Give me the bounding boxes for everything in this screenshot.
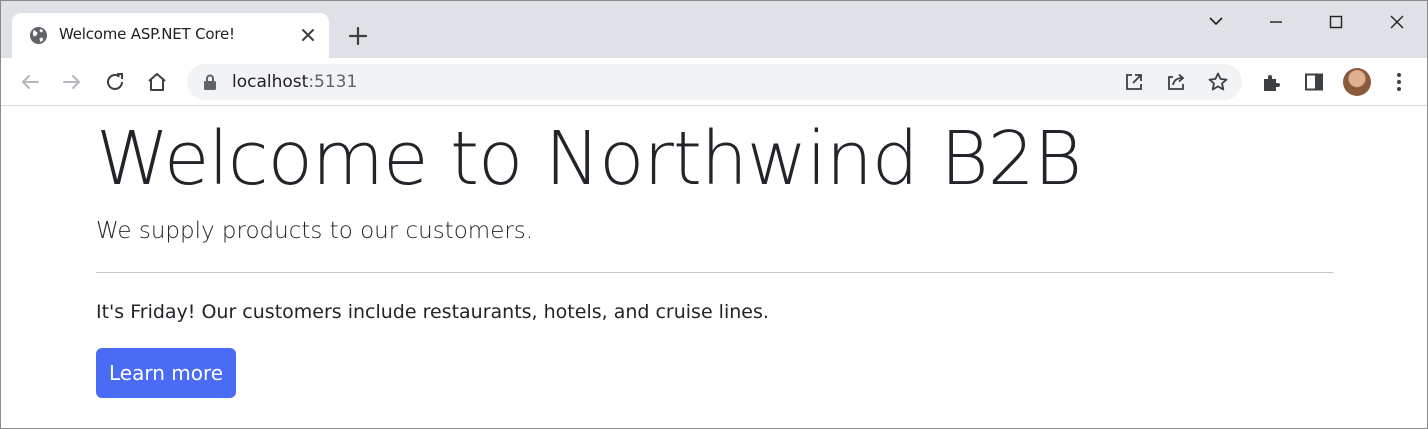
side-panel-icon[interactable] — [1302, 70, 1326, 94]
share-icon[interactable] — [1164, 70, 1188, 94]
globe-icon — [29, 26, 48, 45]
lock-icon[interactable] — [202, 73, 218, 91]
back-arrow-icon[interactable] — [18, 70, 42, 94]
lead-text: We supply products to our customers. — [96, 218, 534, 244]
url-text[interactable]: localhost:5131 — [232, 72, 357, 92]
home-icon[interactable] — [145, 70, 169, 94]
browser-tab[interactable]: Welcome ASP.NET Core! — [12, 13, 329, 58]
reload-icon[interactable] — [103, 70, 127, 94]
divider — [96, 272, 1333, 273]
plus-icon[interactable] — [347, 25, 369, 47]
learn-more-button[interactable]: Learn more — [96, 348, 236, 398]
avatar[interactable] — [1343, 68, 1371, 96]
window-close-icon[interactable] — [1375, 11, 1419, 33]
kebab-menu-icon[interactable] — [1387, 70, 1411, 94]
maximize-icon[interactable] — [1314, 11, 1358, 33]
forward-arrow-icon[interactable] — [60, 70, 84, 94]
tab-title: Welcome ASP.NET Core! — [59, 25, 235, 43]
tab-strip: Welcome ASP.NET Core! — [1, 1, 1427, 58]
close-icon[interactable] — [300, 27, 316, 43]
minimize-icon[interactable] — [1254, 11, 1298, 33]
open-in-icon[interactable] — [1122, 70, 1146, 94]
puzzle-icon[interactable] — [1260, 70, 1284, 94]
star-icon[interactable] — [1206, 70, 1230, 94]
browser-toolbar: localhost:5131 — [1, 58, 1427, 106]
page-title: Welcome to Northwind B2B — [96, 116, 1082, 202]
address-bar[interactable]: localhost:5131 — [187, 64, 1242, 100]
chevron-down-icon[interactable] — [1194, 11, 1238, 33]
info-paragraph: It's Friday! Our customers include resta… — [96, 301, 769, 323]
browser-window: Welcome ASP.NET Core! localhost:5131 Wel… — [0, 0, 1428, 429]
